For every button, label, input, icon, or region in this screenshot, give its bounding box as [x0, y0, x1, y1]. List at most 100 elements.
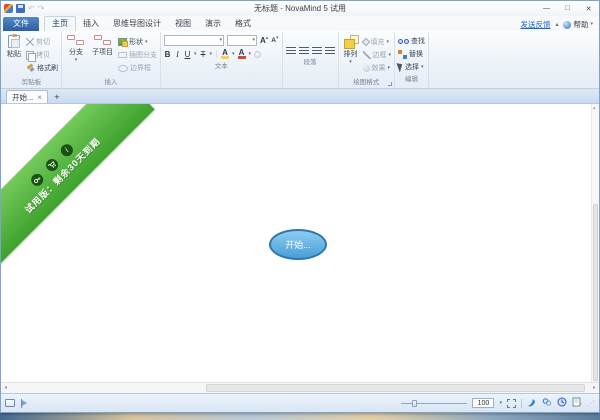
- tab-home[interactable]: 主页: [44, 16, 76, 31]
- tab-insert[interactable]: 插入: [76, 17, 106, 31]
- subtopic-label: 子项目: [92, 47, 113, 57]
- highlight-color-button[interactable]: A: [221, 49, 229, 59]
- effects-button[interactable]: 效果 ▾: [363, 63, 392, 73]
- align-justify-button[interactable]: [325, 47, 335, 55]
- cut-label: 剪切: [36, 37, 50, 47]
- zoom-slider-track[interactable]: [401, 403, 467, 404]
- font-size-combo[interactable]: ▾: [227, 35, 257, 46]
- highlight-letter: A: [222, 49, 228, 56]
- shape-dropdown-icon: ▾: [145, 40, 148, 45]
- arrange-button[interactable]: 排列 ▾: [342, 33, 360, 65]
- zoom-slider[interactable]: [401, 399, 467, 408]
- tab-mindmap-design[interactable]: 思维导图设计: [106, 17, 168, 31]
- grow-font-button[interactable]: A▴: [260, 36, 268, 45]
- underline-dropdown-icon[interactable]: ▾: [194, 52, 197, 57]
- effects-icon: [363, 65, 370, 72]
- effects-dropdown-icon: ▾: [388, 66, 391, 71]
- replace-button[interactable]: 替换: [398, 49, 425, 59]
- save-icon[interactable]: [16, 4, 25, 13]
- keyboard-panel-icon[interactable]: [5, 399, 15, 407]
- font-family-combo[interactable]: ▾: [164, 35, 224, 46]
- resize-grip[interactable]: ⋰: [587, 399, 595, 408]
- collapse-ribbon-icon[interactable]: ▴: [555, 21, 558, 28]
- send-feedback-link[interactable]: 发送反馈: [520, 19, 550, 30]
- highlight-dropdown-icon[interactable]: ▾: [232, 52, 235, 57]
- font-color-button[interactable]: A: [238, 49, 246, 59]
- window-controls: — □ ✕: [536, 1, 599, 16]
- outline-dropdown-icon: ▾: [389, 53, 392, 58]
- group-paragraph-content: [286, 33, 335, 55]
- zoom-dropdown-icon[interactable]: ▾: [499, 401, 502, 406]
- paste-icon: [8, 35, 20, 48]
- scroll-right-icon[interactable]: ▸: [593, 385, 596, 392]
- fill-button[interactable]: 填充 ▾: [363, 37, 392, 47]
- callout-branch-button[interactable]: 插图分支: [118, 50, 157, 60]
- fill-label: 填充: [371, 37, 385, 47]
- ribbon: 粘贴 剪切 拷贝 格式刷: [1, 31, 599, 89]
- align-center-button[interactable]: [299, 47, 309, 55]
- ribbon-tab-row: 文件 主页 插入 思维导图设计 视图 演示 格式 发送反馈 ▴ 帮助 ▾: [1, 16, 599, 31]
- italic-button[interactable]: I: [174, 50, 181, 59]
- strikethrough-dropdown-icon[interactable]: ▾: [210, 52, 213, 57]
- zoom-value-box[interactable]: 100: [472, 398, 494, 408]
- tab-format[interactable]: 格式: [228, 17, 258, 31]
- text-glow-button[interactable]: [254, 51, 261, 58]
- clock-icon[interactable]: [557, 394, 567, 412]
- root-topic-node[interactable]: 开始...: [269, 229, 327, 260]
- align-left-button[interactable]: [286, 47, 296, 55]
- horizontal-scrollbar-thumb[interactable]: [206, 384, 585, 392]
- quick-access-toolbar: ↶ ↷: [1, 4, 44, 13]
- zoom-slider-handle[interactable]: [412, 400, 417, 407]
- minimize-button[interactable]: —: [536, 1, 557, 16]
- effects-label: 效果: [372, 63, 386, 73]
- outline-button[interactable]: 边框 ▾: [363, 50, 392, 60]
- tab-present[interactable]: 演示: [198, 17, 228, 31]
- insert-branch-button[interactable]: 分支 ▾: [65, 33, 87, 63]
- arrange-dropdown-icon: ▾: [349, 60, 352, 65]
- close-tab-icon[interactable]: ×: [37, 93, 42, 102]
- flag-marker-icon[interactable]: [20, 399, 29, 408]
- close-button[interactable]: ✕: [578, 1, 599, 16]
- app-icon[interactable]: [4, 4, 13, 13]
- outline-label: 边框: [373, 50, 387, 60]
- group-editing: 查找 替换 选择 ▾ 编辑: [395, 32, 429, 88]
- paste-button[interactable]: 粘贴: [5, 33, 23, 59]
- insert-subtopic-button[interactable]: 子项目: [90, 33, 115, 57]
- find-button[interactable]: 查找: [398, 36, 425, 46]
- vertical-scrollbar[interactable]: ▴: [591, 104, 599, 382]
- boundary-button[interactable]: 边界框: [118, 63, 157, 73]
- vertical-scrollbar-thumb[interactable]: [593, 204, 598, 381]
- scroll-left-icon[interactable]: ◂: [4, 385, 7, 392]
- map-canvas[interactable]: i 试用版：剩余30天到期 开始... ▴: [1, 104, 599, 382]
- format-painter-button[interactable]: 格式刷: [26, 63, 58, 73]
- underline-button[interactable]: U: [184, 50, 191, 59]
- tab-view[interactable]: 视图: [168, 17, 198, 31]
- notes-icon[interactable]: [572, 394, 582, 412]
- fit-map-icon[interactable]: [507, 399, 516, 408]
- select-button[interactable]: 选择 ▾: [398, 62, 425, 72]
- redo-icon[interactable]: ↷: [38, 4, 45, 13]
- scroll-up-icon[interactable]: ▴: [593, 105, 596, 111]
- maximize-button[interactable]: □: [557, 1, 578, 16]
- cut-button[interactable]: 剪切: [26, 37, 58, 47]
- link-icon[interactable]: [542, 394, 552, 412]
- shape-label: 形状: [129, 37, 143, 47]
- bold-button[interactable]: B: [164, 50, 171, 59]
- status-bar: 100 ▾ ⋰: [1, 393, 599, 412]
- copy-button[interactable]: 拷贝: [26, 50, 58, 60]
- help-menu[interactable]: 帮助 ▾: [563, 19, 593, 30]
- dialog-launcher-icon[interactable]: [388, 82, 392, 86]
- font-color-dropdown-icon[interactable]: ▾: [249, 52, 252, 57]
- group-text-content: ▾ ▾ A▴ A▾ B I U ▾ T ▾ A: [164, 33, 279, 59]
- tab-file[interactable]: 文件: [3, 17, 39, 31]
- new-tab-button[interactable]: +: [50, 90, 64, 103]
- horizontal-scrollbar[interactable]: ◂ ▸: [1, 382, 599, 393]
- strikethrough-button[interactable]: T: [200, 50, 207, 59]
- undo-icon[interactable]: ↶: [28, 4, 35, 13]
- align-right-button[interactable]: [312, 47, 322, 55]
- pen-mode-icon[interactable]: [527, 394, 537, 412]
- branch-dropdown-icon[interactable]: ▾: [75, 58, 78, 63]
- document-tab-start[interactable]: 开始... ×: [6, 90, 48, 103]
- shrink-font-button[interactable]: A▾: [271, 36, 278, 45]
- shape-button[interactable]: 形状 ▾: [118, 37, 157, 47]
